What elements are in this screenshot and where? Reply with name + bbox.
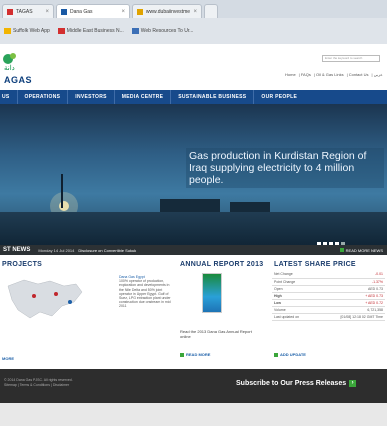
logo-text[interactable]: AGAS [4, 75, 32, 85]
toplink-faqs[interactable]: FAQs [301, 72, 311, 77]
close-icon[interactable]: × [121, 9, 125, 15]
bookmark-label: Suffolk Web App [13, 28, 50, 34]
toplink-contact[interactable]: Contact Us [349, 72, 369, 77]
news-headline[interactable]: Disclosure on Convertible Sukuk [78, 248, 136, 253]
site-search-input[interactable]: Enter the keyword to search [322, 55, 380, 62]
footer-copyright: © 2014 Dana Gas PJSC. All rights reserve… [4, 378, 73, 388]
share-value: + AED 0.73 [315, 292, 385, 300]
tab-strip: TAGAS × Dana Gas × www.dubaiinvestments.… [0, 0, 387, 18]
close-icon[interactable]: × [45, 9, 49, 15]
share-label: Low [272, 299, 316, 307]
project-description: Dana Gas Egypt 100% operator of producti… [119, 275, 171, 309]
bookmark-label: Middle East Business N... [66, 28, 124, 34]
nav-item-us[interactable]: US [0, 90, 18, 104]
arrow-icon [274, 352, 278, 357]
annual-report-cover[interactable] [202, 273, 222, 313]
share-value: [01/08] 12:18 02 GMT Time [315, 313, 385, 321]
nav-item-sustainable-business[interactable]: SUSTAINABLE BUSINESS [171, 90, 255, 104]
share-price-title: LATEST SHARE PRICE [274, 261, 356, 268]
bookmark-2[interactable]: Middle East Business N... [57, 28, 124, 34]
share-value: AED 0.73 [315, 285, 385, 293]
share-value: + AED 0.72 [315, 299, 385, 307]
share-price-section: LATEST SHARE PRICE Net Change -0.01 Point… [270, 259, 387, 366]
news-label: ST NEWS [3, 247, 31, 253]
bookmark-1[interactable]: Suffolk Web App [4, 28, 50, 34]
tab-favicon-icon [7, 8, 13, 15]
news-ticker: ST NEWS Monday 14 Jul 2014 Disclosure on… [0, 245, 387, 255]
browser-chrome: TAGAS × Dana Gas × www.dubaiinvestments.… [0, 0, 387, 44]
nav-item-media-centre[interactable]: MEDIA CENTRE [115, 90, 172, 104]
share-value: -1.37% [315, 278, 385, 286]
project-text: 100% operator of production, exploration… [119, 279, 171, 309]
share-label: Net Change [272, 271, 316, 279]
new-tab-button[interactable] [204, 4, 218, 18]
page-background [0, 403, 387, 426]
subscribe-link[interactable]: Subscribe to Our Press Releases › [236, 380, 357, 387]
nav-item-our-people[interactable]: OUR PEOPLE [254, 90, 304, 104]
share-update-label: ADD UPDATE [280, 352, 306, 357]
nav-item-operations[interactable]: OPERATIONS [18, 90, 69, 104]
annual-report-section: ANNUAL REPORT 2013 Read the 2013 Dana Ga… [178, 259, 266, 366]
bookmark-3[interactable]: Web Resources To Ur... [131, 28, 194, 34]
share-label: Last updated on [272, 313, 316, 321]
annual-report-desc: Read the 2013 Dana Gas Annual Report onl… [180, 329, 252, 339]
site-footer: © 2014 Dana Gas PJSC. All rights reserve… [0, 369, 387, 403]
bookmark-icon [4, 28, 11, 34]
table-row: Net Change -0.01 [272, 271, 385, 279]
site-header: دانة AGAS Enter the keyword to search Ho… [0, 44, 387, 90]
table-row: Open AED 0.73 [272, 285, 385, 293]
website: دانة AGAS Enter the keyword to search Ho… [0, 44, 387, 426]
share-price-table: Net Change -0.01 Point Change -1.37% Open A… [272, 271, 385, 321]
top-links: Home | FAQs | Oil & Gas Links | Contact Us |… [285, 72, 383, 77]
tab-favicon-icon [137, 8, 143, 15]
toplink-oil-gas-links[interactable]: Oil & Gas Links [316, 72, 344, 77]
arrow-icon [180, 352, 184, 357]
share-label: Open [272, 285, 316, 293]
table-row: Last updated on [01/08] 12:18 02 GMT Time [272, 313, 385, 321]
bookmark-icon [131, 28, 139, 34]
footer-links[interactable]: Sitemap | Terms & Conditions | Disclaime… [4, 383, 73, 388]
browser-tab-3[interactable]: www.dubaiinvestments.com × [132, 4, 202, 18]
bookmarks-bar: Suffolk Web App Middle East Business N..… [0, 22, 387, 40]
read-more-news-label: READ MORE NEWS [345, 247, 383, 253]
hero-banner[interactable]: Gas production in Kurdistan Region of Ir… [0, 104, 387, 249]
hero-caption: Gas production in Kurdistan Region of Ir… [186, 148, 384, 188]
tab-label: Dana Gas [70, 8, 93, 15]
bookmark-icon [57, 28, 65, 34]
browser-tab-2[interactable]: Dana Gas × [56, 4, 130, 18]
annual-report-title: ANNUAL REPORT 2013 [180, 261, 264, 268]
news-date: Monday 14 Jul 2014 [38, 247, 75, 253]
projects-map-icon[interactable] [4, 272, 84, 327]
share-label: Volume [272, 306, 316, 314]
close-icon[interactable]: × [193, 9, 197, 15]
subscribe-label: Subscribe to Our Press Releases [236, 380, 347, 387]
read-more-news-link[interactable]: READ MORE NEWS [339, 247, 383, 253]
bookmark-label: Web Resources To Ur... [140, 28, 194, 34]
share-value: -0.01 [315, 271, 385, 279]
tab-label: TAGAS [16, 8, 33, 15]
logo-arabic: دانة [4, 64, 15, 72]
tab-favicon-icon [61, 8, 67, 15]
arrow-icon [339, 248, 344, 252]
main-nav: US OPERATIONS INVESTORS MEDIA CENTRE SUS… [0, 90, 387, 104]
nav-item-investors[interactable]: INVESTORS [68, 90, 115, 104]
share-label: High [272, 292, 316, 300]
projects-title: PROJECTS [2, 261, 43, 268]
projects-more-link[interactable]: MORE [2, 356, 14, 361]
toplink-arabic[interactable]: عربي [374, 72, 383, 77]
annual-read-more-link[interactable]: READ MORE [180, 352, 210, 357]
tab-label: www.dubaiinvestments.com [145, 8, 191, 15]
toplink-home[interactable]: Home [285, 72, 296, 77]
browser-tab-1[interactable]: TAGAS × [2, 4, 54, 18]
table-row: High + AED 0.73 [272, 292, 385, 300]
projects-section: PROJECTS Dana Gas Egypt 100% operator of… [0, 259, 172, 366]
table-row: Volume 6,721,358 [272, 306, 385, 314]
subscribe-arrow-icon: › [349, 380, 357, 387]
share-label: Point Change [272, 278, 316, 286]
table-row: Low + AED 0.72 [272, 299, 385, 307]
share-update-link[interactable]: ADD UPDATE [274, 352, 306, 357]
share-value: 6,721,358 [315, 306, 385, 314]
table-row: Point Change -1.37% [272, 278, 385, 286]
annual-read-more-label: READ MORE [186, 352, 211, 357]
